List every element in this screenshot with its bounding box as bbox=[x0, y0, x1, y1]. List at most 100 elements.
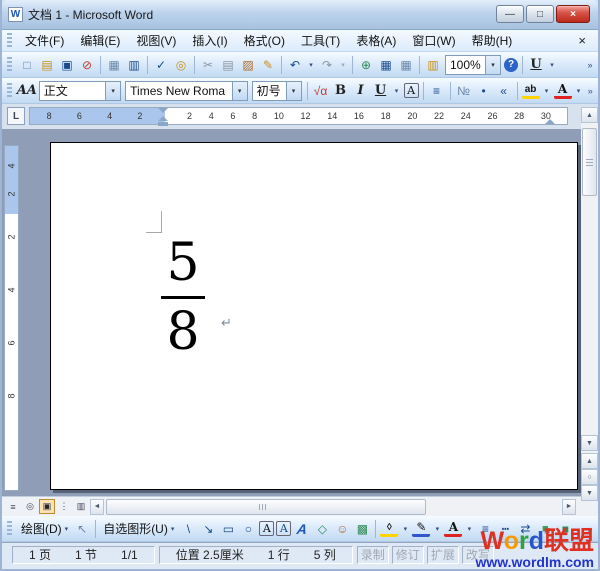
horizontal-scrollbar-thumb[interactable] bbox=[106, 499, 426, 515]
menu-help[interactable]: 帮助(H) bbox=[464, 30, 521, 51]
save-icon[interactable]: ▣ bbox=[58, 56, 76, 74]
print-icon[interactable]: ▦ bbox=[105, 56, 123, 74]
autoshapes-menu-button[interactable]: 自选图形(U) ▾ bbox=[99, 519, 178, 538]
redo-icon[interactable]: ↷ bbox=[318, 56, 336, 74]
right-indent-marker[interactable] bbox=[545, 119, 555, 124]
help-icon[interactable]: ? bbox=[504, 58, 518, 72]
highlight-dropdown[interactable]: ▾ bbox=[542, 82, 552, 100]
font-color-icon[interactable]: A bbox=[444, 521, 462, 537]
font-size-combo[interactable]: 初号 ▾ bbox=[252, 81, 302, 101]
menu-window[interactable]: 窗口(W) bbox=[404, 30, 463, 51]
line-color-icon[interactable]: ✎ bbox=[412, 521, 430, 537]
reading-layout-view-button[interactable]: ▥ bbox=[73, 499, 89, 514]
scroll-right-button[interactable]: ► bbox=[562, 499, 576, 515]
clip-art-icon[interactable]: ☺ bbox=[333, 520, 351, 538]
previous-page-button[interactable]: ▲ bbox=[581, 453, 598, 469]
paste-icon[interactable]: ▨ bbox=[239, 56, 257, 74]
redo-dropdown[interactable]: ▾ bbox=[338, 56, 348, 74]
oval-icon[interactable]: ○ bbox=[239, 520, 257, 538]
vertical-scrollbar-thumb[interactable] bbox=[582, 128, 597, 196]
spelling-grammar-icon[interactable]: ✓ bbox=[152, 56, 170, 74]
format-painter-icon[interactable]: ✎ bbox=[259, 56, 277, 74]
normal-view-button[interactable]: ≡ bbox=[5, 499, 21, 514]
character-border-icon[interactable]: A bbox=[404, 83, 419, 98]
zoom-combo[interactable]: 100% ▾ bbox=[445, 55, 501, 75]
picture-icon[interactable]: ▩ bbox=[353, 520, 371, 538]
permission-icon[interactable]: ⊘ bbox=[78, 56, 96, 74]
text-box-icon[interactable]: A bbox=[259, 521, 274, 536]
insert-hyperlink-icon[interactable]: ⊕ bbox=[357, 56, 375, 74]
bold-icon[interactable]: B bbox=[332, 82, 350, 100]
styles-formatting-icon[interactable]: AA bbox=[18, 82, 36, 100]
horizontal-scrollbar-track[interactable] bbox=[104, 499, 560, 515]
vertical-scrollbar[interactable]: ▲ ▼ ▲ ○ ▼ bbox=[581, 107, 598, 501]
tables-borders-icon[interactable]: ▦ bbox=[377, 56, 395, 74]
menu-edit[interactable]: 编辑(E) bbox=[72, 30, 128, 51]
mode-indicator[interactable]: 录制 bbox=[357, 546, 389, 564]
draw-menu-button[interactable]: 绘图(D) ▾ bbox=[17, 519, 72, 538]
style-combo[interactable]: 正文 ▾ bbox=[39, 81, 121, 101]
toolbar-options-chevron[interactable]: » bbox=[585, 80, 596, 102]
vertical-ruler[interactable]: 42 2468 bbox=[4, 145, 19, 491]
bullets-icon[interactable]: • bbox=[475, 82, 493, 100]
scroll-up-button[interactable]: ▲ bbox=[581, 107, 598, 123]
select-browse-object-button[interactable]: ○ bbox=[581, 469, 598, 485]
style-dropdown[interactable]: ▾ bbox=[105, 82, 120, 100]
diagram-icon[interactable]: ◇ bbox=[313, 520, 331, 538]
menu-format[interactable]: 格式(O) bbox=[236, 30, 293, 51]
font-color-dropdown[interactable]: ▾ bbox=[574, 82, 584, 100]
font-color-dropdown[interactable]: ▾ bbox=[464, 520, 474, 538]
underline-icon[interactable]: U bbox=[527, 56, 545, 74]
close-document-icon[interactable]: × bbox=[572, 33, 592, 48]
mode-indicator[interactable]: 扩展 bbox=[427, 546, 459, 564]
equation-editor-icon[interactable]: √α bbox=[312, 82, 330, 100]
underline-dropdown[interactable]: ▾ bbox=[392, 82, 402, 100]
toolbar-options-chevron[interactable]: » bbox=[584, 54, 596, 76]
font-dropdown[interactable]: ▾ bbox=[232, 82, 247, 100]
italic-icon[interactable]: I bbox=[352, 82, 370, 100]
undo-dropdown[interactable]: ▾ bbox=[306, 56, 316, 74]
toolbar-drag-handle[interactable] bbox=[7, 521, 12, 537]
read-layout-icon[interactable]: ▥ bbox=[424, 56, 442, 74]
line-icon[interactable]: \ bbox=[179, 520, 197, 538]
underline-dropdown[interactable]: ▾ bbox=[547, 56, 557, 74]
fill-color-dropdown[interactable]: ▾ bbox=[400, 520, 410, 538]
vertical-text-box-icon[interactable]: A bbox=[276, 521, 291, 536]
menu-view[interactable]: 视图(V) bbox=[128, 30, 184, 51]
fill-color-icon[interactable]: ◊ bbox=[380, 521, 398, 537]
zoom-dropdown[interactable]: ▾ bbox=[485, 56, 500, 74]
highlight-icon[interactable]: ab bbox=[522, 83, 540, 99]
font-size-dropdown[interactable]: ▾ bbox=[286, 82, 301, 100]
insert-table-icon[interactable]: ▦ bbox=[397, 56, 415, 74]
horizontal-ruler[interactable]: 8642 24681012141618202224262830 bbox=[29, 107, 568, 125]
justify-icon[interactable]: ≡ bbox=[428, 82, 446, 100]
web-layout-view-button[interactable]: ◎ bbox=[22, 499, 38, 514]
scroll-left-button[interactable]: ◄ bbox=[90, 499, 104, 515]
close-button[interactable]: × bbox=[556, 5, 590, 23]
decrease-indent-icon[interactable]: « bbox=[495, 82, 513, 100]
scroll-down-button[interactable]: ▼ bbox=[581, 435, 598, 451]
menu-file[interactable]: 文件(F) bbox=[17, 30, 72, 51]
next-page-button[interactable]: ▼ bbox=[581, 485, 598, 501]
mode-indicator[interactable]: 修订 bbox=[392, 546, 424, 564]
wordart-icon[interactable]: A bbox=[292, 520, 313, 538]
open-icon[interactable]: ▤ bbox=[38, 56, 56, 74]
menu-insert[interactable]: 插入(I) bbox=[184, 30, 235, 51]
new-document-icon[interactable]: □ bbox=[18, 56, 36, 74]
tab-selector[interactable]: L bbox=[7, 107, 25, 125]
first-line-indent-marker[interactable] bbox=[158, 108, 168, 113]
print-layout-view-button[interactable]: ▣ bbox=[39, 499, 55, 514]
undo-icon[interactable]: ↶ bbox=[286, 56, 304, 74]
print-preview-icon[interactable]: ▥ bbox=[125, 56, 143, 74]
arrow-icon[interactable]: ↘ bbox=[199, 520, 217, 538]
outline-view-button[interactable]: ⋮ bbox=[56, 499, 72, 514]
document-page[interactable]: 5 8 ↵ bbox=[50, 142, 578, 490]
menu-drag-handle[interactable] bbox=[7, 33, 12, 49]
select-objects-icon[interactable]: ↖ bbox=[73, 520, 91, 538]
copy-icon[interactable]: ▤ bbox=[219, 56, 237, 74]
menu-tools[interactable]: 工具(T) bbox=[293, 30, 348, 51]
rectangle-icon[interactable]: ▭ bbox=[219, 520, 237, 538]
toolbar-drag-handle[interactable] bbox=[7, 57, 12, 73]
research-icon[interactable]: ◎ bbox=[172, 56, 190, 74]
toolbar-drag-handle[interactable] bbox=[7, 83, 12, 99]
